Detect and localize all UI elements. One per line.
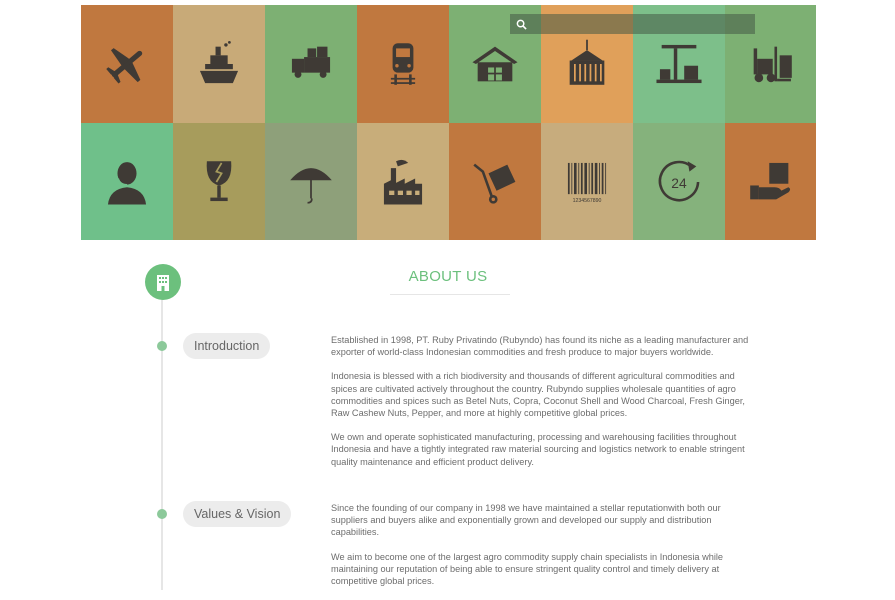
tile-airplane xyxy=(81,5,173,123)
values-vision-text: Since the founding of our company in 199… xyxy=(331,502,751,599)
tile-umbrella xyxy=(265,123,357,240)
tile-customer-service xyxy=(81,123,173,240)
forklift-icon xyxy=(753,46,792,83)
factory-icon xyxy=(383,159,423,205)
tile-fragile xyxy=(173,123,265,240)
tile-factory xyxy=(357,123,449,240)
barcode-icon: 1234567890 xyxy=(567,162,607,204)
search-bar[interactable] xyxy=(510,14,755,34)
values-vision-pill: Values & Vision xyxy=(183,501,292,527)
values-paragraph: Since the founding of our company in 199… xyxy=(331,503,721,538)
introduction-paragraph: Indonesia is blessed with a rich biodive… xyxy=(331,371,745,419)
port-crane-icon xyxy=(656,44,702,84)
hero-banner: 1234567890 24 xyxy=(81,5,816,240)
tile-barcode: 1234567890 xyxy=(541,123,633,240)
tile-train xyxy=(357,5,449,123)
introduction-pill: Introduction xyxy=(183,333,271,359)
building-icon xyxy=(157,275,169,291)
search-icon[interactable] xyxy=(516,19,527,30)
timeline-line xyxy=(161,290,163,590)
search-input[interactable] xyxy=(533,17,737,31)
values-paragraph: We aim to become one of the largest agro… xyxy=(331,551,724,587)
hand-truck-icon xyxy=(473,163,516,204)
tile-hand-truck xyxy=(449,123,541,240)
customer-service-icon xyxy=(107,162,147,205)
airplane-icon xyxy=(106,48,143,84)
introduction-paragraph: Established in 1998, PT. Ruby Privatindo… xyxy=(331,335,749,358)
introduction-text: Established in 1998, PT. Ruby Privatindo… xyxy=(331,334,751,480)
about-title: ABOUT US xyxy=(408,268,488,285)
tile-package-hand xyxy=(725,123,816,240)
barcode-number: 1234567890 xyxy=(573,198,602,204)
building-badge xyxy=(145,264,181,300)
truck-icon xyxy=(291,46,331,78)
tile-ship xyxy=(173,5,265,123)
container-crane-icon xyxy=(569,39,605,85)
introduction-paragraph: We own and operate sophisticated manufac… xyxy=(331,432,745,467)
umbrella-icon xyxy=(290,168,332,204)
timeline-dot-introduction xyxy=(157,341,167,351)
tile-24-hour: 24 xyxy=(633,123,725,240)
package-hand-icon xyxy=(750,162,791,200)
timeline-dot-values xyxy=(157,509,167,519)
ship-icon xyxy=(199,40,239,84)
about-divider xyxy=(390,294,510,295)
tile-truck xyxy=(265,5,357,123)
fragile-glass-icon xyxy=(206,161,232,202)
24-hour-service-icon: 24 xyxy=(658,160,700,202)
warehouse-icon xyxy=(472,46,518,82)
train-icon xyxy=(390,43,416,85)
clock-label: 24 xyxy=(671,175,687,191)
